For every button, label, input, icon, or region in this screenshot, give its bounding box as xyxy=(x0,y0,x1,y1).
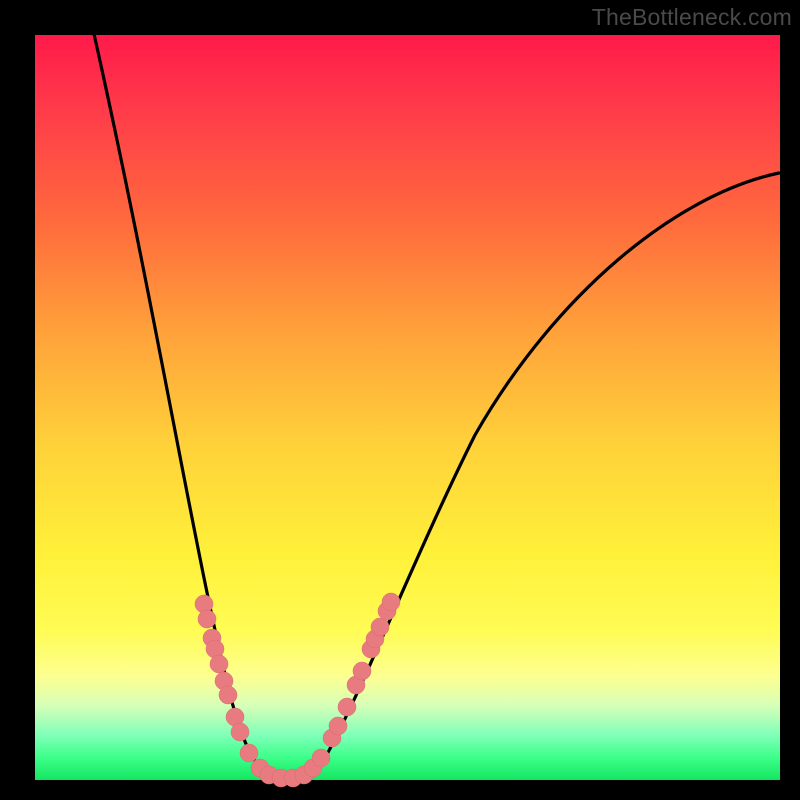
marker-group xyxy=(195,593,400,787)
watermark-text: TheBottleneck.com xyxy=(592,4,792,31)
data-marker xyxy=(312,749,330,767)
data-marker xyxy=(338,698,356,716)
data-marker xyxy=(382,593,400,611)
chart-frame: TheBottleneck.com xyxy=(0,0,800,800)
data-marker xyxy=(371,618,389,636)
data-marker xyxy=(198,610,216,628)
data-marker xyxy=(210,655,228,673)
data-marker xyxy=(219,686,237,704)
data-marker xyxy=(353,662,371,680)
data-marker xyxy=(231,723,249,741)
plot-area xyxy=(35,35,780,780)
data-marker xyxy=(240,744,258,762)
chart-svg xyxy=(35,35,780,780)
data-marker xyxy=(329,717,347,735)
bottleneck-curve xyxy=(92,25,779,779)
